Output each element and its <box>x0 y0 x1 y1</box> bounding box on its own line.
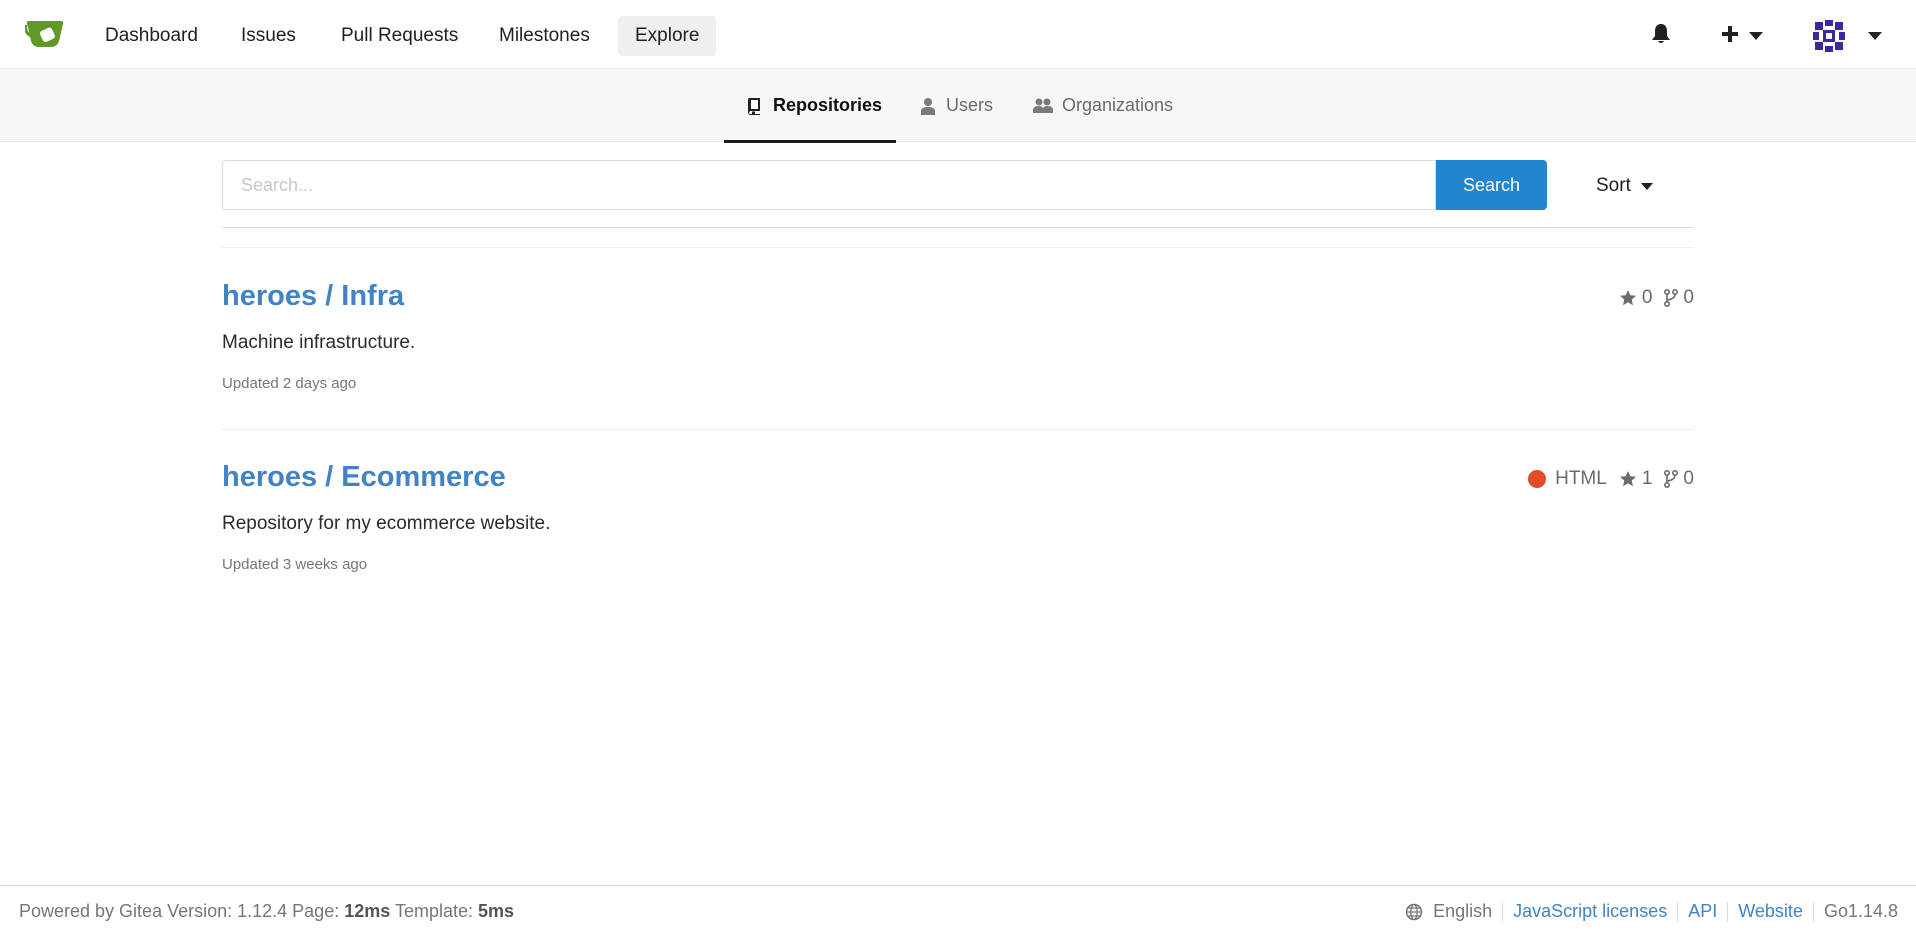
page: Dashboard Issues Pull Requests Milestone… <box>0 0 1916 937</box>
javascript-licenses-link[interactable]: JavaScript licenses <box>1513 901 1667 922</box>
notifications-button[interactable] <box>1651 16 1671 56</box>
repo-stats: 0 0 <box>1607 280 1694 316</box>
divider <box>1727 901 1729 922</box>
nav-issues[interactable]: Issues <box>224 16 313 56</box>
sort-dropdown[interactable]: Sort <box>1596 172 1653 200</box>
language-color-dot <box>1528 470 1547 488</box>
divider <box>1677 901 1679 922</box>
repo-title-link[interactable]: heroes / Ecommerce <box>222 461 506 493</box>
nav-explore[interactable]: Explore <box>618 16 717 56</box>
fork-icon <box>1664 470 1679 488</box>
globe-icon <box>1405 903 1423 920</box>
footer-version-info: Powered by Gitea Version: 1.12.4 Page: 1… <box>19 901 515 921</box>
repo-description: Machine infrastructure. <box>222 332 416 353</box>
search-button[interactable]: Search <box>1436 160 1547 210</box>
footer-links: English JavaScript licenses API Website … <box>1405 901 1898 922</box>
user-menu-dropdown[interactable] <box>1812 16 1882 56</box>
go-version: Go1.14.8 <box>1823 901 1898 921</box>
fork-count: 0 <box>1664 468 1694 490</box>
sort-label: Sort <box>1596 175 1631 196</box>
tab-label: Repositories <box>773 95 883 115</box>
repo-list-item: heroes / Ecommerce HTML 1 0 Repository f… <box>222 461 1694 581</box>
fork-icon <box>1664 289 1679 307</box>
create-new-dropdown[interactable] <box>1721 16 1763 56</box>
repo-list-item: heroes / Infra 0 0 Machine infrastructur… <box>222 280 1694 400</box>
divider <box>222 227 1694 228</box>
top-navbar: Dashboard Issues Pull Requests Milestone… <box>0 0 1916 69</box>
template-render-time: 5ms <box>477 901 515 921</box>
repo-title-link[interactable]: heroes / Infra <box>222 280 404 312</box>
language-label: HTML <box>1528 468 1607 490</box>
page-render-time: 12ms <box>344 901 391 921</box>
chevron-down-icon <box>1640 182 1653 190</box>
avatar <box>1812 19 1846 53</box>
divider <box>1812 901 1814 922</box>
tab-label: Organizations <box>1062 95 1174 115</box>
plus-icon <box>1721 25 1739 48</box>
divider <box>1502 901 1504 922</box>
star-icon <box>1619 290 1636 306</box>
api-link[interactable]: API <box>1688 901 1717 922</box>
star-icon <box>1619 471 1636 487</box>
repo-stats: HTML 1 0 <box>1516 461 1694 497</box>
divider <box>222 247 1694 248</box>
repo-updated-time: Updated 3 weeks ago <box>222 556 368 573</box>
organization-icon <box>1033 97 1053 115</box>
chevron-down-icon <box>1749 32 1763 40</box>
tab-repositories[interactable]: Repositories <box>746 69 882 142</box>
star-count: 0 <box>1619 287 1652 309</box>
footer: Powered by Gitea Version: 1.12.4 Page: 1… <box>0 885 1916 937</box>
nav-dashboard[interactable]: Dashboard <box>88 16 215 56</box>
search-input[interactable] <box>222 160 1436 210</box>
repo-updated-time: Updated 2 days ago <box>222 375 357 392</box>
tab-organizations[interactable]: Organizations <box>1033 69 1173 142</box>
nav-milestones[interactable]: Milestones <box>482 16 607 56</box>
star-count: 1 <box>1619 468 1652 490</box>
repo-description: Repository for my ecommerce website. <box>222 513 551 534</box>
gitea-logo-icon[interactable] <box>24 17 65 51</box>
tab-label: Users <box>946 95 994 115</box>
fork-count: 0 <box>1664 287 1694 309</box>
explore-tabs: Repositories Users Organizations <box>0 69 1916 142</box>
user-icon <box>919 97 937 115</box>
language-selector[interactable]: English <box>1405 901 1492 922</box>
website-link[interactable]: Website <box>1738 901 1803 922</box>
nav-pull-requests[interactable]: Pull Requests <box>324 16 475 56</box>
active-tab-indicator <box>724 140 896 143</box>
tab-users[interactable]: Users <box>919 69 993 142</box>
repo-book-icon <box>746 97 764 115</box>
chevron-down-icon <box>1868 32 1882 40</box>
divider <box>222 429 1694 430</box>
bell-icon <box>1651 23 1671 50</box>
